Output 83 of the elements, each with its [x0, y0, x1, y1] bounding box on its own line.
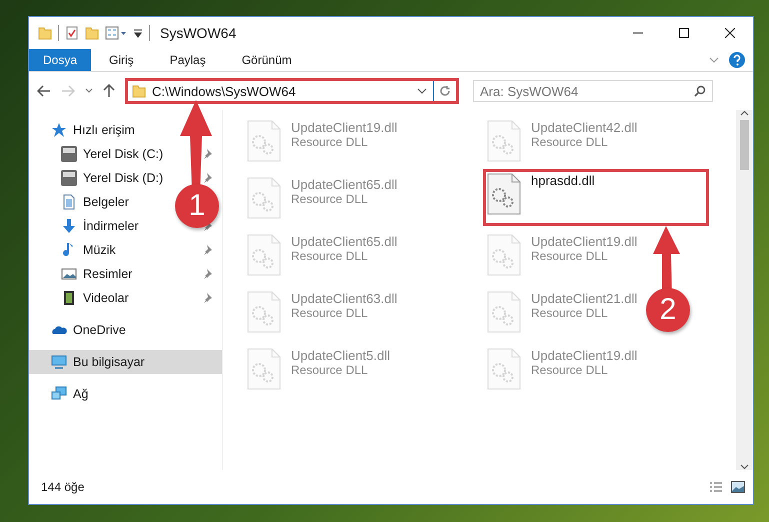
file-type: Resource DLL [531, 363, 609, 377]
file-type: Resource DLL [291, 363, 369, 377]
expand-ribbon-icon[interactable] [709, 57, 719, 63]
dropdown-caret-icon[interactable] [417, 88, 427, 94]
file-name: hprasdd.dll [531, 173, 595, 188]
sidebar-item[interactable]: Yerel Disk (D:) [61, 166, 168, 190]
file-name: UpdateClient42.dll [531, 120, 638, 135]
network-icon [51, 386, 67, 402]
scrollbar[interactable] [736, 110, 753, 470]
folder-icon [132, 84, 146, 98]
sidebar-item[interactable]: Yerel Disk (C:) [61, 142, 168, 166]
pin-icon[interactable] [202, 149, 212, 159]
address-bar[interactable]: C:\Windows\SysWOW64 [125, 78, 459, 104]
star-icon [51, 122, 67, 138]
search-field[interactable]: Ara: SysWOW64 [473, 80, 713, 102]
details-view-icon[interactable] [709, 481, 723, 493]
back-arrow-icon[interactable] [37, 85, 51, 97]
window-title: SysWOW64 [160, 25, 236, 41]
document-icon [61, 194, 77, 210]
file-name: UpdateClient65.dll [291, 234, 398, 249]
view-menu-icon[interactable] [105, 26, 127, 40]
properties-icon[interactable] [65, 26, 79, 40]
gear-file-icon [487, 291, 521, 333]
file-name: UpdateClient19.dll [531, 348, 638, 363]
sidebar-item[interactable]: Ağ [29, 382, 222, 406]
gear-file-icon [247, 291, 281, 333]
pin-icon[interactable] [202, 245, 212, 255]
file-type: Resource DLL [291, 306, 369, 320]
item-count: 144 öğe [41, 480, 84, 494]
scroll-up-icon[interactable] [740, 110, 749, 116]
picture-icon [61, 266, 77, 282]
drive-icon [61, 170, 77, 186]
customize-caret-icon[interactable] [133, 28, 143, 38]
gear-file-icon [247, 234, 281, 276]
pin-icon[interactable] [202, 293, 212, 303]
gear-file-icon [487, 173, 521, 215]
ribbon-tab[interactable]: Görünüm [224, 49, 310, 71]
gear-file-icon [487, 234, 521, 276]
file-name: UpdateClient19.dll [531, 234, 638, 249]
file-type: Resource DLL [531, 249, 609, 263]
file-name: UpdateClient5.dll [291, 348, 390, 363]
sidebar-item[interactable]: OneDrive [29, 318, 222, 342]
file-name: UpdateClient65.dll [291, 177, 398, 192]
file-type: Resource DLL [531, 135, 609, 149]
ribbon-tab[interactable]: Dosya [29, 49, 92, 71]
gear-file-icon [247, 120, 281, 162]
sidebar-item[interactable]: Hızlı erişim [29, 118, 222, 142]
ribbon-tab[interactable]: Paylaş [152, 49, 224, 71]
sidebar-item[interactable]: Resimler [61, 262, 136, 286]
help-icon[interactable] [729, 52, 745, 68]
ribbon-tab[interactable]: Giriş [91, 49, 152, 71]
sidebar-item[interactable]: İndirmeler [61, 214, 143, 238]
file-type: Resource DLL [531, 306, 609, 320]
pin-icon[interactable] [202, 173, 212, 183]
file-item[interactable]: hprasdd.dll [483, 169, 709, 226]
pin-icon[interactable] [202, 269, 212, 279]
close-icon[interactable] [725, 28, 735, 38]
refresh-icon[interactable] [439, 85, 451, 97]
scroll-down-icon[interactable] [740, 464, 749, 470]
sidebar-item[interactable]: Videolar [61, 286, 133, 310]
drive-icon [61, 146, 77, 162]
sidebar-item[interactable]: Belgeler [61, 190, 133, 214]
file-type: Resource DLL [291, 192, 369, 206]
gear-file-icon [247, 177, 281, 219]
sidebar-item[interactable]: Bu bilgisayar [29, 350, 222, 374]
scrollbar-thumb[interactable] [740, 120, 749, 170]
file-name: UpdateClient21.dll [531, 291, 638, 306]
gear-file-icon [487, 120, 521, 162]
sidebar-item[interactable]: Müzik [61, 238, 120, 262]
gear-file-icon [247, 348, 281, 390]
computer-icon [51, 354, 67, 370]
large-icons-view-icon[interactable] [731, 481, 745, 493]
file-name: UpdateClient63.dll [291, 291, 398, 306]
maximize-icon[interactable] [679, 28, 689, 38]
file-type: Resource DLL [291, 249, 369, 263]
search-icon [694, 85, 706, 97]
recent-caret-icon[interactable] [85, 88, 93, 94]
gear-file-icon [487, 348, 521, 390]
up-arrow-icon[interactable] [103, 84, 115, 98]
film-icon [61, 290, 77, 306]
file-type: Resource DLL [291, 135, 369, 149]
file-name: UpdateClient19.dll [291, 120, 398, 135]
download-icon [61, 218, 77, 234]
